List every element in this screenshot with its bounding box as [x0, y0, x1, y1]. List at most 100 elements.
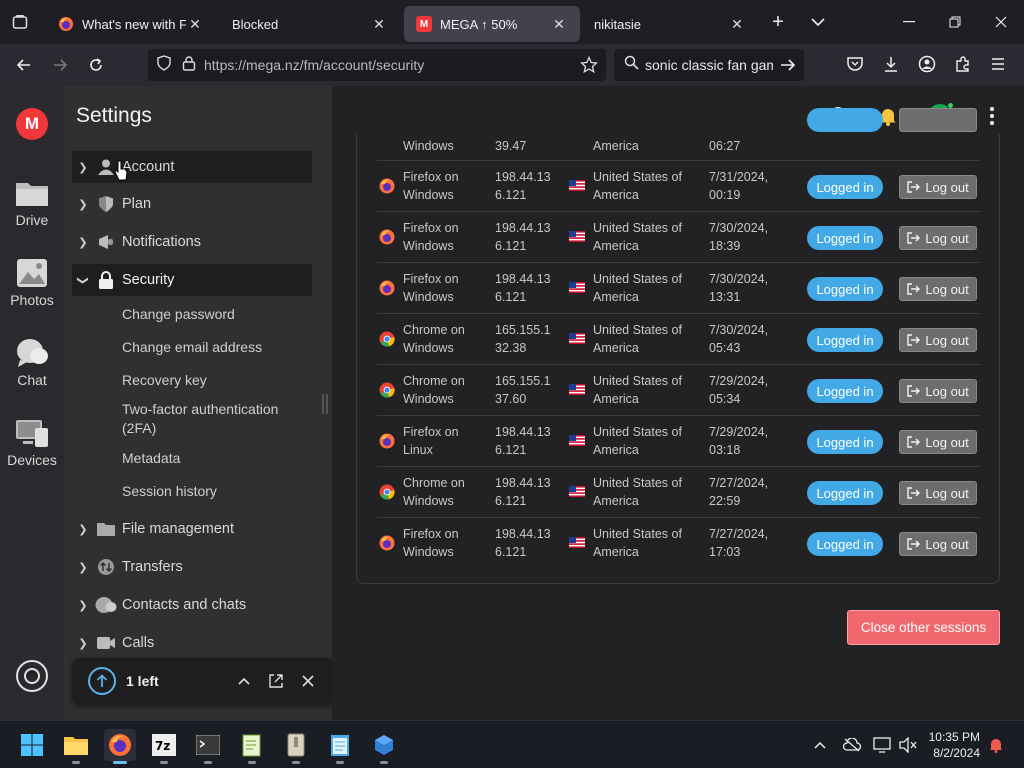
transfer-widget[interactable]: 1 left: [72, 658, 334, 704]
sidebar-item-notifications[interactable]: ❯ Notifications: [72, 226, 312, 258]
mega-logo[interactable]: M: [16, 108, 48, 140]
menu-hamburger-icon[interactable]: [990, 56, 1006, 77]
rail-item-devices[interactable]: Devices: [0, 418, 64, 468]
backup-sync-icon[interactable]: [16, 660, 48, 692]
subitem-session-history[interactable]: Session history: [122, 482, 302, 501]
list-tabs-icon[interactable]: [798, 0, 838, 44]
tab-title: Blocked: [232, 16, 279, 32]
logged-in-badge: Logged in: [807, 430, 883, 454]
session-country: United States of America: [593, 527, 682, 559]
sidebar-item-file-management[interactable]: ❯ File management: [72, 513, 312, 545]
restore-icon[interactable]: [932, 0, 978, 44]
tab-overview-icon[interactable]: [0, 0, 40, 44]
session-browser: Chrome on Windows: [403, 374, 465, 406]
taskbar-firefox[interactable]: [104, 729, 136, 764]
reload-icon[interactable]: [78, 49, 114, 81]
close-tab-icon[interactable]: ✕: [370, 15, 388, 33]
logged-in-badge: Logged in: [807, 481, 883, 505]
sidebar-resize-handle[interactable]: [322, 394, 328, 414]
rail-item-chat[interactable]: Chat: [0, 338, 64, 388]
table-row: Firefox on Windows 198.44.13 6.121 United …: [377, 161, 981, 212]
session-country: United States of America: [593, 476, 682, 508]
sidebar-item-security[interactable]: ❯ Security: [72, 264, 312, 296]
firefox-icon: [379, 433, 395, 449]
log-out-icon: [907, 385, 921, 397]
session-ip: 198.44.13 6.121: [495, 476, 551, 508]
log-out-button[interactable]: Log out: [899, 175, 977, 199]
taskbar-file-explorer[interactable]: [60, 729, 92, 764]
search-bar[interactable]: sonic classic fan gam: [614, 49, 804, 81]
taskbar-7zip[interactable]: 7z: [148, 729, 180, 764]
log-out-button[interactable]: Log out: [899, 379, 977, 403]
close-window-icon[interactable]: [978, 0, 1024, 44]
bookmark-star-icon[interactable]: [579, 55, 599, 79]
new-tab-icon[interactable]: +: [758, 0, 798, 44]
display-icon[interactable]: [872, 735, 892, 755]
taskbar-terminal[interactable]: [192, 729, 224, 764]
shield-icon[interactable]: [156, 54, 172, 76]
subitem-metadata[interactable]: Metadata: [122, 449, 302, 468]
log-out-label: Log out: [925, 230, 969, 246]
volume-muted-icon[interactable]: [898, 735, 918, 755]
start-button[interactable]: [16, 729, 48, 761]
taskbar-notepad[interactable]: [324, 729, 356, 764]
taskbar-notepad-plus[interactable]: [236, 729, 268, 764]
sidebar-item-account[interactable]: ❯ Account: [72, 151, 312, 183]
pocket-icon[interactable]: [846, 55, 864, 78]
sidebar-item-contacts[interactable]: ❯ Contacts and chats: [72, 589, 312, 621]
notification-bell-icon[interactable]: [986, 735, 1006, 755]
forward-icon[interactable]: [42, 49, 78, 81]
log-out-button[interactable]: Log out: [899, 328, 977, 352]
more-options-icon[interactable]: [980, 104, 1004, 128]
log-out-button[interactable]: Log out: [899, 481, 977, 505]
close-other-sessions-button[interactable]: Close other sessions: [847, 610, 1000, 645]
log-out-button[interactable]: [899, 108, 977, 132]
log-out-button[interactable]: Log out: [899, 430, 977, 454]
sidebar-item-calls[interactable]: ❯ Calls: [72, 627, 312, 659]
chevron-right-icon: ❯: [78, 637, 88, 650]
close-tab-icon[interactable]: ✕: [728, 15, 746, 33]
tab-blocked[interactable]: Blocked ✕: [220, 6, 400, 42]
sidebar-item-plan[interactable]: ❯ Plan: [72, 188, 312, 220]
sidebar-item-transfers[interactable]: ❯ Transfers: [72, 551, 312, 583]
log-out-button[interactable]: Log out: [899, 532, 977, 556]
chevron-up-icon[interactable]: [810, 735, 830, 755]
table-row: Chrome on Windows 165.155.1 32.38 United S…: [377, 314, 981, 365]
minimize-icon[interactable]: [886, 0, 932, 44]
cloud-offline-icon[interactable]: [842, 735, 862, 755]
subitem-change-password[interactable]: Change password: [122, 305, 302, 324]
close-icon[interactable]: [292, 665, 324, 697]
close-tab-icon[interactable]: ✕: [186, 15, 204, 33]
logged-in-badge: [807, 108, 883, 132]
expand-window-icon[interactable]: [260, 665, 292, 697]
system-clock[interactable]: 10:35 PM 8/2/2024: [929, 729, 980, 761]
downloads-icon[interactable]: [882, 55, 900, 78]
log-out-button[interactable]: Log out: [899, 226, 977, 250]
subitem-change-email[interactable]: Change email address: [122, 338, 302, 357]
url-text: https://mega.nz/fm/account/security: [204, 57, 425, 73]
subitem-2fa[interactable]: Two-factor authentication (2FA): [122, 400, 302, 438]
url-bar[interactable]: https://mega.nz/fm/account/security: [148, 49, 606, 81]
log-out-label: Log out: [925, 281, 969, 297]
lock-icon[interactable]: [182, 55, 196, 76]
account-icon[interactable]: [918, 55, 936, 78]
subitem-recovery-key[interactable]: Recovery key: [122, 371, 302, 390]
go-arrow-icon[interactable]: [780, 57, 796, 78]
session-ip: 39.47: [495, 139, 527, 153]
close-tab-icon[interactable]: ✕: [550, 15, 568, 33]
rail-item-photos[interactable]: Photos: [0, 258, 64, 308]
folder-icon: [94, 519, 118, 539]
back-icon[interactable]: [6, 49, 42, 81]
rail-item-drive[interactable]: Drive: [0, 178, 64, 228]
chevron-up-icon[interactable]: [228, 665, 260, 697]
extensions-icon[interactable]: [954, 55, 972, 78]
log-out-button[interactable]: Log out: [899, 277, 977, 301]
tab-nikitasie[interactable]: nikitasie ✕: [582, 6, 758, 42]
tab-mega[interactable]: M MEGA ↑ 50% ✕: [404, 6, 580, 42]
taskbar-archive-app[interactable]: [280, 729, 312, 764]
chevron-right-icon: ❯: [78, 198, 88, 211]
taskbar-dev-app[interactable]: [368, 729, 400, 764]
tab-whats-new[interactable]: What's new with Firefo ✕: [46, 6, 216, 42]
session-browser: Firefox on Windows: [403, 170, 459, 202]
session-ip: 165.155.1 37.60: [495, 374, 551, 406]
